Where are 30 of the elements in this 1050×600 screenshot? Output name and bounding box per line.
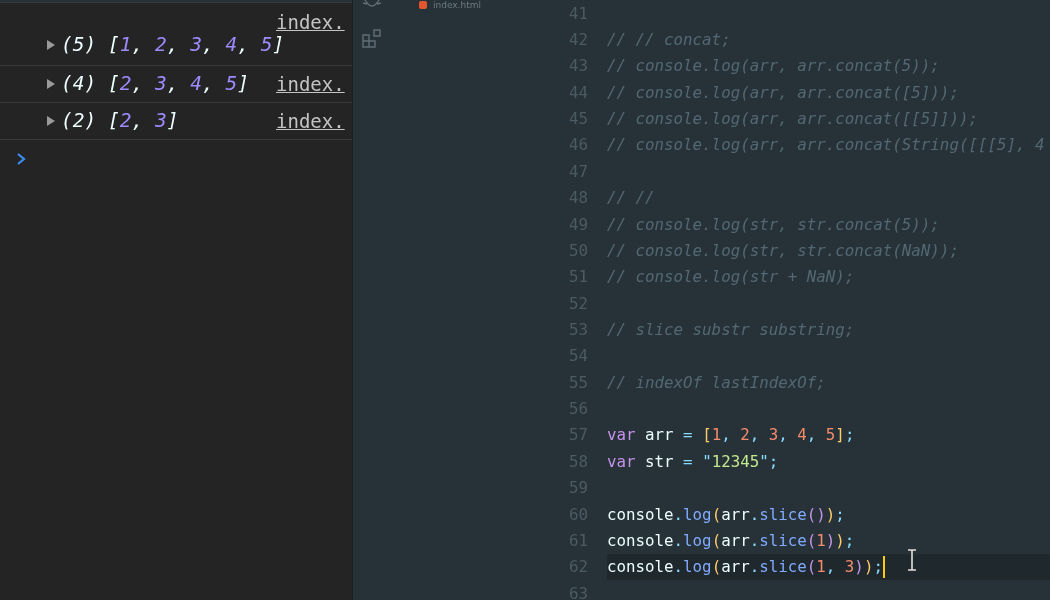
source-link[interactable]: index.	[276, 11, 345, 33]
text-caret	[882, 555, 885, 578]
code-line: // // concat;	[607, 30, 731, 50]
code-line: var arr = [1, 2, 3, 4, 5];	[607, 425, 855, 445]
code-line: console.log(arr.slice(1, 3));	[607, 557, 883, 577]
code-line: var str = "12345";	[607, 451, 779, 471]
debug-icon[interactable]	[362, 0, 382, 10]
code-line: // //	[607, 188, 655, 208]
code-line: // slice substr substring;	[607, 320, 855, 339]
code-line: // console.log(arr, arr.concat(String([[[5], 4	[607, 135, 1045, 155]
code-line: console.log(arr.slice(1));	[607, 530, 855, 550]
html-file-icon	[419, 1, 427, 9]
source-link[interactable]: index.	[276, 110, 345, 132]
text-cursor-icon	[907, 549, 917, 571]
prompt-chevron-icon[interactable]	[16, 152, 26, 166]
source-link[interactable]: index.	[276, 73, 345, 95]
code-line: console.log(arr.slice());	[607, 504, 845, 524]
expand-arrow-icon[interactable]	[46, 39, 56, 51]
console-message: (5) [1, 2, 3, 4, 5]	[61, 33, 285, 57]
code-line: // console.log(str + NaN);	[607, 267, 855, 287]
expand-arrow-icon[interactable]	[46, 78, 56, 90]
code-line: // indexOf lastIndexOf;	[607, 372, 826, 392]
console-message: (2) [2, 3]	[61, 109, 179, 133]
console-message: (4) [2, 3, 4, 5]	[61, 72, 249, 96]
expand-arrow-icon[interactable]	[46, 115, 56, 127]
code-line: // console.log(arr, arr.concat([[5]]));	[607, 109, 978, 129]
code-line: // console.log(arr, arr.concat(5));	[607, 56, 940, 76]
code-line: // console.log(str, str.concat(5));	[607, 214, 940, 234]
code-line: // console.log(str, str.concat(NaN));	[607, 240, 959, 260]
code-line: // console.log(arr, arr.concat([5]));	[607, 82, 959, 102]
